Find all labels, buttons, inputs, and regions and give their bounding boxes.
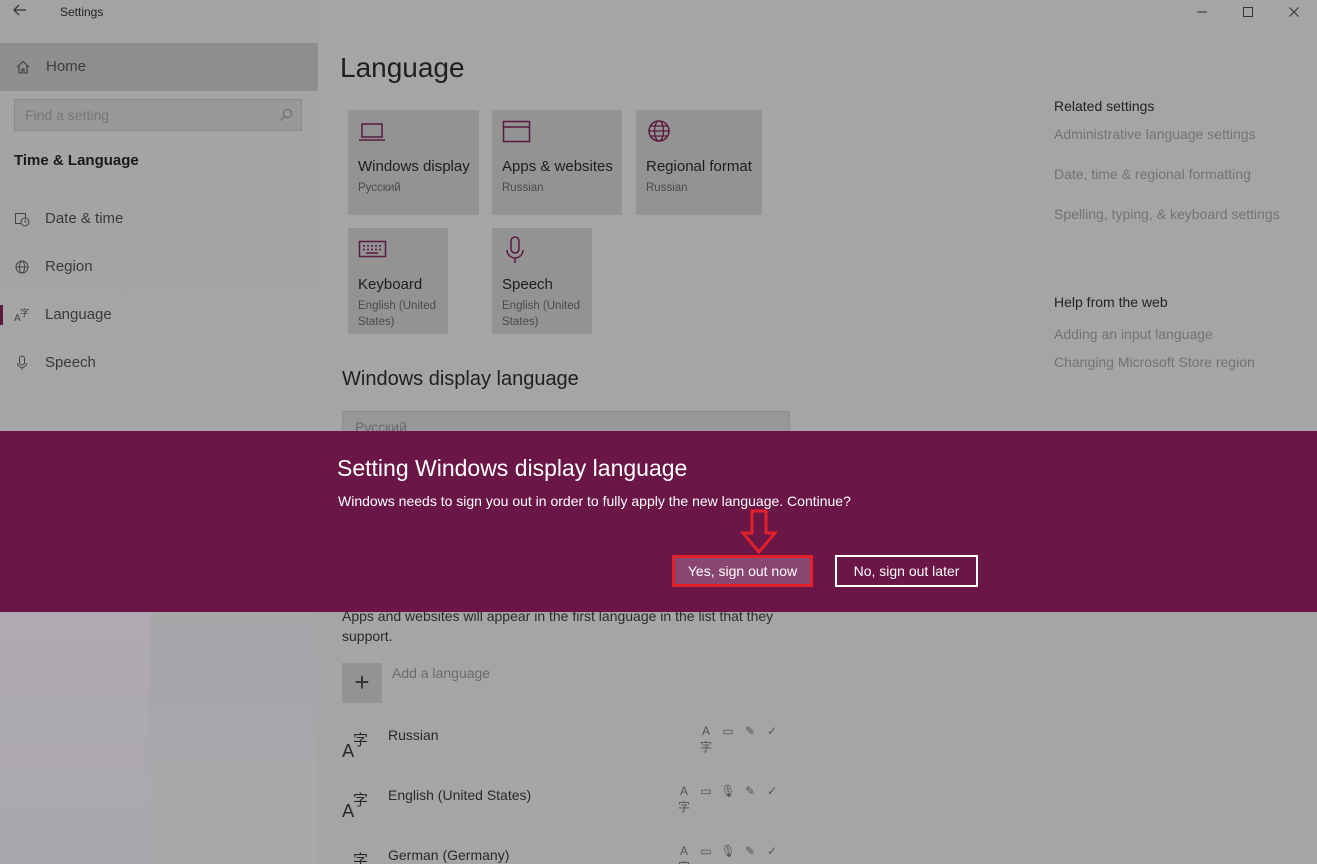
language-icon: A字 — [342, 847, 376, 864]
spellcheck-icon: ✓ — [766, 724, 778, 738]
sidebar-item-date-time[interactable]: Date & time — [0, 199, 318, 239]
display-language-heading: Windows display language — [342, 368, 579, 390]
laptop-icon — [358, 118, 388, 146]
maximize-icon[interactable] — [1225, 0, 1271, 24]
language-icon: A字 — [14, 307, 30, 324]
language-icon: A字 — [342, 787, 376, 822]
tile-subtitle: English (United States) — [358, 300, 436, 328]
language-features: A字 ▭ 🎙 ✎ ✓ — [676, 783, 780, 814]
back-arrow-icon[interactable] — [12, 2, 32, 22]
speech-bubble-icon: ▭ — [700, 844, 712, 858]
tile-subtitle: Russian — [646, 182, 688, 194]
sidebar-item-label: Date & time — [45, 210, 124, 227]
tile-subtitle: English (United States) — [502, 300, 580, 328]
language-pack-icon: A字 — [677, 784, 690, 814]
language-name: English (United States) — [388, 787, 532, 803]
search-icon[interactable] — [279, 108, 293, 122]
list-item-russian[interactable]: A字 Russian A字 ▭ ✎ ✓ — [342, 724, 792, 767]
minimize-icon[interactable] — [1179, 0, 1225, 24]
help-from-web: Help from the web Adding an input langua… — [1054, 294, 1294, 380]
dialog-message: Windows needs to sign you out in order t… — [338, 493, 851, 509]
microphone-icon — [502, 236, 532, 264]
handwriting-icon: ✎ — [744, 724, 756, 738]
language-pack-icon: A字 — [678, 844, 690, 864]
language-icon: A字 — [342, 727, 376, 762]
add-language-label: Add a language — [392, 665, 491, 681]
sidebar-item-label: Speech — [45, 354, 96, 371]
help-heading: Help from the web — [1054, 294, 1168, 310]
list-item-german[interactable]: A字 German (Germany) A字 ▭ 🎙 ✎ ✓ — [342, 844, 792, 864]
language-features: A字 ▭ 🎙 ✎ ✓ — [676, 843, 780, 864]
language-pack-icon: A字 — [699, 724, 712, 754]
browser-window-icon — [502, 118, 532, 146]
tile-windows-display[interactable]: Windows display Русский — [348, 110, 479, 215]
related-settings: Related settings Administrative language… — [1054, 98, 1294, 244]
tile-subtitle: Русский — [358, 182, 401, 194]
keyboard-icon — [358, 236, 388, 264]
handwriting-icon: ✎ — [744, 844, 756, 858]
tile-subtitle: Russian — [502, 182, 544, 194]
link-spelling-typing-keyboard-settings[interactable]: Spelling, typing, & keyboard settings — [1054, 204, 1294, 224]
sidebar-item-label: Home — [46, 58, 87, 75]
home-icon — [15, 59, 31, 75]
calendar-clock-icon — [14, 211, 30, 227]
language-name: German (Germany) — [388, 847, 510, 863]
language-name: Russian — [388, 727, 439, 743]
tile-name: Windows display — [358, 158, 470, 175]
related-settings-heading: Related settings — [1054, 98, 1155, 114]
globe-icon — [14, 259, 30, 275]
title-bar: Settings — [0, 0, 318, 24]
tile-name: Speech — [502, 276, 553, 293]
microphone-icon — [14, 355, 30, 371]
tile-regional-format[interactable]: Regional format Russian — [636, 110, 762, 215]
spellcheck-icon: ✓ — [766, 844, 778, 858]
tile-name: Keyboard — [358, 276, 423, 293]
speech-bubble-icon: ▭ — [722, 724, 734, 738]
active-indicator — [0, 305, 3, 325]
link-date-time-regional-formatting[interactable]: Date, time & regional formatting — [1054, 164, 1294, 184]
sidebar-item-language[interactable]: A字 Language — [0, 295, 318, 335]
language-features: A字 ▭ ✎ ✓ — [698, 723, 780, 754]
tile-keyboard[interactable]: Keyboard English (United States) — [348, 228, 448, 334]
microphone-icon: 🎙 — [720, 784, 736, 798]
svg-text:字: 字 — [353, 851, 368, 864]
globe-icon — [646, 118, 676, 146]
window-controls — [1179, 0, 1317, 24]
search-box[interactable] — [14, 99, 302, 131]
speech-bubble-icon: ▭ — [700, 784, 712, 798]
sidebar-item-label: Region — [45, 258, 93, 275]
handwriting-icon: ✎ — [744, 784, 756, 798]
annotation-arrow-icon — [740, 509, 778, 555]
svg-text:字: 字 — [353, 791, 368, 809]
plus-icon: + — [342, 663, 382, 703]
no-sign-out-later-button[interactable]: No, sign out later — [835, 555, 978, 587]
tile-name: Regional format — [646, 158, 752, 175]
page-title: Language — [340, 52, 465, 83]
svg-text:字: 字 — [20, 307, 29, 319]
sidebar-item-label: Language — [45, 306, 112, 323]
microphone-icon: 🎙 — [720, 844, 736, 858]
sidebar-item-home[interactable]: Home — [0, 43, 318, 91]
close-icon[interactable] — [1271, 0, 1317, 24]
preferred-languages-description: Apps and websites will appear in the fir… — [342, 608, 774, 644]
tile-apps-websites[interactable]: Apps & websites Russian — [492, 110, 622, 215]
app-title: Settings — [60, 5, 104, 19]
link-changing-store-region[interactable]: Changing Microsoft Store region — [1054, 352, 1294, 372]
section-title: Time & Language — [14, 152, 139, 169]
tile-speech[interactable]: Speech English (United States) — [492, 228, 592, 334]
spellcheck-icon: ✓ — [766, 784, 778, 798]
sign-out-dialog: Setting Windows display language Windows… — [0, 431, 1317, 612]
search-input[interactable] — [15, 100, 275, 130]
dialog-title: Setting Windows display language — [337, 455, 688, 481]
tile-name: Apps & websites — [502, 158, 613, 175]
sidebar-item-region[interactable]: Region — [0, 247, 318, 287]
yes-sign-out-now-button[interactable]: Yes, sign out now — [672, 555, 813, 587]
list-item-english-us[interactable]: A字 English (United States) A字 ▭ 🎙 ✎ ✓ — [342, 784, 792, 827]
link-adding-input-language[interactable]: Adding an input language — [1054, 324, 1294, 344]
sidebar-item-speech[interactable]: Speech — [0, 343, 318, 383]
link-administrative-language-settings[interactable]: Administrative language settings — [1054, 124, 1294, 144]
svg-text:字: 字 — [353, 731, 368, 749]
